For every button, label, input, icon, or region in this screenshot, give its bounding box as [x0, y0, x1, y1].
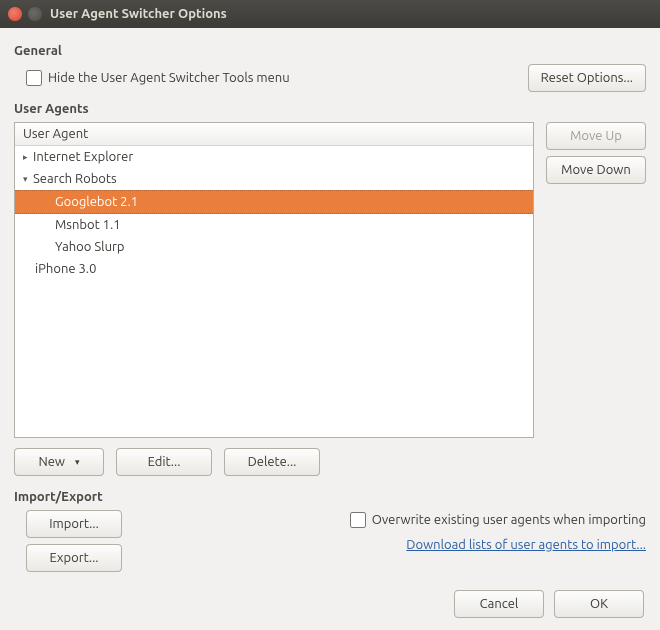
move-up-button[interactable]: Move Up	[546, 122, 646, 150]
chevron-down-icon: ▾	[75, 457, 80, 468]
export-button[interactable]: Export...	[26, 544, 122, 572]
list-item[interactable]: Yahoo Slurp	[15, 236, 533, 258]
window-controls	[8, 7, 42, 21]
move-down-button[interactable]: Move Down	[546, 156, 646, 184]
overwrite-checkbox[interactable]	[350, 512, 366, 528]
hide-menu-label: Hide the User Agent Switcher Tools menu	[48, 71, 290, 85]
minimize-icon[interactable]	[28, 7, 42, 21]
list-item[interactable]: iPhone 3.0	[15, 258, 533, 280]
new-button-label: New	[38, 455, 65, 469]
list-item-label: Search Robots	[33, 170, 117, 188]
list-header[interactable]: User Agent	[15, 123, 533, 146]
hide-menu-checkbox-row[interactable]: Hide the User Agent Switcher Tools menu	[26, 70, 290, 86]
window-title: User Agent Switcher Options	[50, 7, 227, 21]
list-item[interactable]: Googlebot 2.1	[15, 190, 533, 214]
arrow-right-icon[interactable]: ▸	[23, 148, 31, 166]
list-item-label: Internet Explorer	[33, 148, 133, 166]
list-item-label: iPhone 3.0	[35, 260, 96, 278]
overwrite-checkbox-row[interactable]: Overwrite existing user agents when impo…	[350, 512, 646, 528]
section-import-export: Import/Export	[14, 490, 646, 504]
hide-menu-checkbox[interactable]	[26, 70, 42, 86]
section-user-agents: User Agents	[14, 102, 646, 116]
close-icon[interactable]	[8, 7, 22, 21]
arrow-down-icon[interactable]: ▾	[23, 170, 31, 188]
overwrite-label: Overwrite existing user agents when impo…	[372, 513, 646, 527]
list-item[interactable]: ▸Internet Explorer	[15, 146, 533, 168]
cancel-button[interactable]: Cancel	[454, 590, 544, 618]
list-item[interactable]: ▾Search Robots	[15, 168, 533, 190]
new-button[interactable]: New ▾	[14, 448, 104, 476]
delete-button[interactable]: Delete...	[224, 448, 320, 476]
list-item-label: Yahoo Slurp	[55, 238, 125, 256]
reset-options-button[interactable]: Reset Options...	[528, 64, 646, 92]
import-button[interactable]: Import...	[26, 510, 122, 538]
edit-button[interactable]: Edit...	[116, 448, 212, 476]
titlebar: User Agent Switcher Options	[0, 0, 660, 28]
download-link[interactable]: Download lists of user agents to import.…	[406, 538, 646, 552]
list-item-label: Msnbot 1.1	[55, 216, 121, 234]
user-agent-list[interactable]: User Agent ▸Internet Explorer▾Search Rob…	[14, 122, 534, 438]
ok-button[interactable]: OK	[554, 590, 644, 618]
list-item[interactable]: Msnbot 1.1	[15, 214, 533, 236]
list-item-label: Googlebot 2.1	[55, 193, 138, 211]
section-general: General	[14, 44, 646, 58]
